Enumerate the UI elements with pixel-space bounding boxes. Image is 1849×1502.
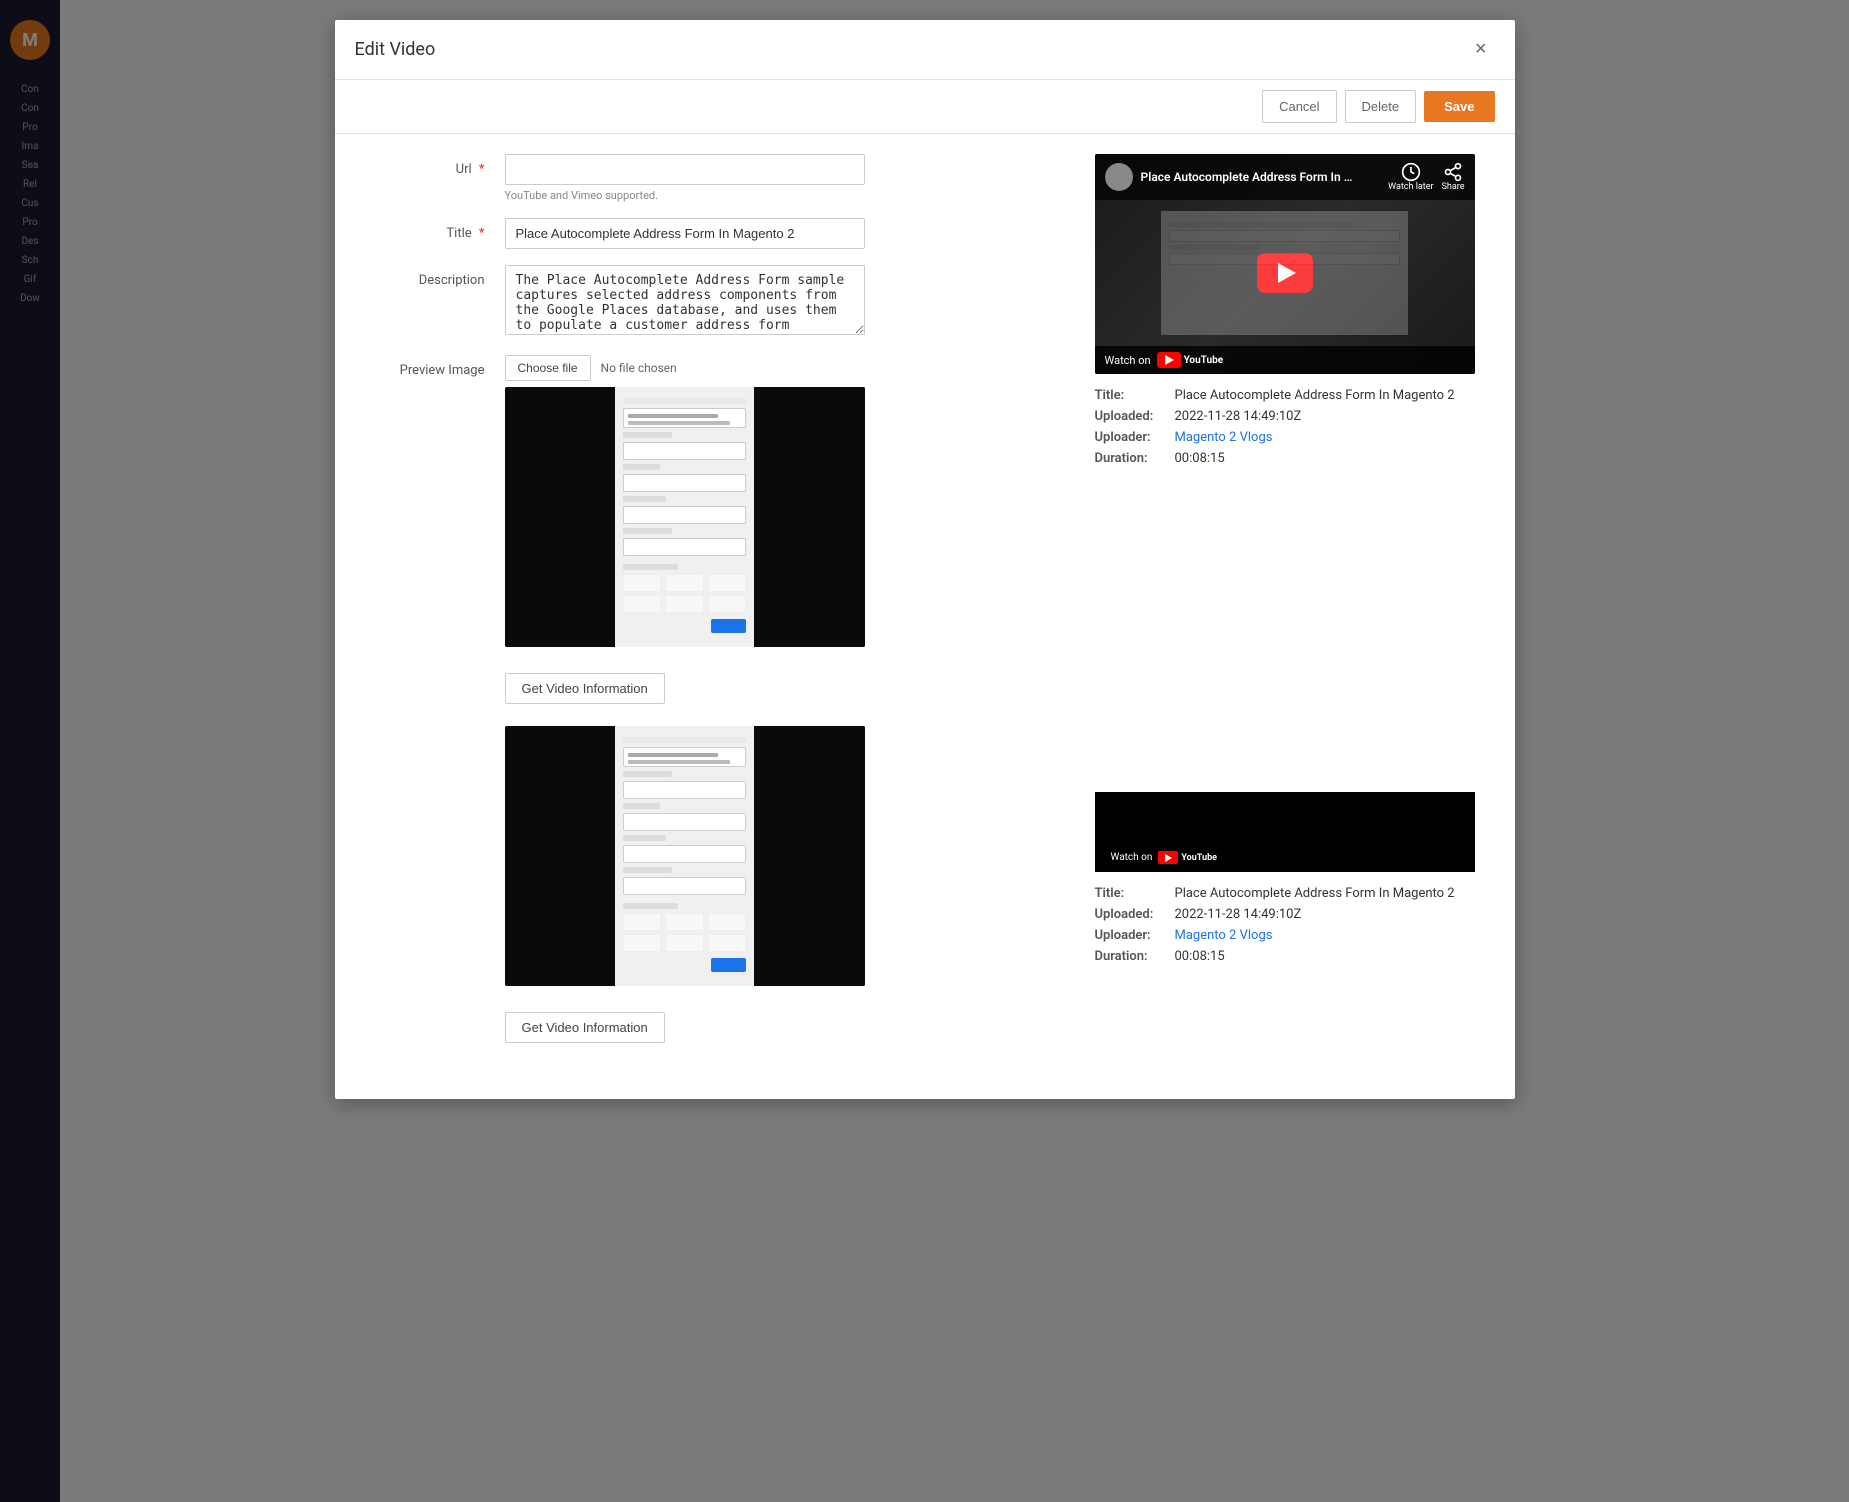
uploader-link-1[interactable]: Magento 2 Vlogs	[1175, 430, 1273, 445]
yt-logo-2: YouTube	[1158, 851, 1217, 864]
edit-video-modal: Edit Video × Cancel Delete Save Url *	[335, 20, 1515, 1099]
video-main-area-1	[1095, 200, 1475, 346]
video-info-panel-1: Title: Place Autocomplete Address Form I…	[1095, 388, 1475, 466]
video-thumbnail-inner-1: Place Autocomplete Address Form In Ma...…	[1095, 154, 1475, 374]
form-section: Url * YouTube and Vimeo supported. Title…	[375, 154, 1065, 1059]
video-top-bar-1: Place Autocomplete Address Form In Ma...…	[1095, 154, 1475, 200]
title-field	[505, 218, 1065, 249]
choose-file-button[interactable]: Choose file	[505, 355, 591, 381]
cancel-button[interactable]: Cancel	[1262, 90, 1336, 123]
preview-image-display	[505, 387, 865, 647]
preview-image-display-2	[505, 726, 865, 986]
spacer	[1095, 472, 1475, 792]
title-row: Title *	[375, 218, 1065, 249]
info-uploader-row-1: Uploader: Magento 2 Vlogs	[1095, 430, 1475, 445]
info-title-row-1: Title: Place Autocomplete Address Form I…	[1095, 388, 1475, 403]
watch-on-youtube-button[interactable]: Watch on YouTube	[1105, 352, 1224, 368]
preview-section: Place Autocomplete Address Form In Ma...…	[1095, 154, 1475, 1059]
preview-image-field: Choose file No file chosen	[505, 355, 1065, 647]
video-top-actions: Watch later Share	[1388, 162, 1464, 192]
url-input[interactable]	[505, 154, 865, 185]
modal-header: Edit Video ×	[335, 20, 1515, 80]
video-thumbnail-2-content: Watch on YouTube	[1095, 792, 1375, 872]
screenshot2-center-panel	[615, 726, 754, 986]
get-video-info-button-1[interactable]: Get Video Information	[505, 673, 665, 704]
preview-image-row: Preview Image Choose file No file chosen	[375, 355, 1065, 647]
preview-image-label: Preview Image	[375, 355, 505, 378]
info-uploaded-row-2: Uploaded: 2022-11-28 14:49:10Z	[1095, 907, 1475, 922]
preview-image-container-2	[505, 726, 865, 986]
channel-avatar	[1105, 163, 1133, 191]
delete-button[interactable]: Delete	[1345, 90, 1417, 123]
youtube-icon-2	[1158, 851, 1178, 864]
info-duration-row-2: Duration: 00:08:15	[1095, 949, 1475, 964]
video-title-display: Place Autocomplete Address Form In Ma...	[1141, 170, 1361, 184]
title-input[interactable]	[505, 218, 865, 249]
watch-later-button[interactable]: Watch later	[1388, 162, 1433, 192]
screenshot2-right-panel	[754, 726, 865, 986]
modal-overlay: Edit Video × Cancel Delete Save Url *	[0, 0, 1849, 1502]
uploader-link-2[interactable]: Magento 2 Vlogs	[1175, 928, 1273, 943]
info-uploader-row-2: Uploader: Magento 2 Vlogs	[1095, 928, 1475, 943]
description-row: Description The Place Autocomplete Addre…	[375, 265, 1065, 339]
title-label: Title *	[375, 218, 505, 241]
form-and-preview: Url * YouTube and Vimeo supported. Title…	[375, 154, 1475, 1059]
url-label: Url *	[375, 154, 505, 177]
modal-body: Url * YouTube and Vimeo supported. Title…	[335, 134, 1515, 1099]
video-thumbnail-2: Watch on YouTube	[1095, 792, 1475, 872]
url-hint: YouTube and Vimeo supported.	[505, 189, 1065, 202]
modal-title: Edit Video	[355, 39, 436, 60]
video-content-bg	[1161, 211, 1408, 335]
preview-image-container	[505, 387, 865, 647]
description-field: The Place Autocomplete Address Form samp…	[505, 265, 1065, 339]
url-required-star: *	[479, 162, 485, 177]
yt-logo: YouTube	[1157, 352, 1224, 368]
title-required-star: *	[479, 226, 485, 241]
get-video-info-button-2[interactable]: Get Video Information	[505, 1012, 665, 1043]
screenshot-right-panel	[754, 387, 865, 647]
modal-toolbar: Cancel Delete Save	[335, 80, 1515, 134]
video-info-panel-2: Title: Place Autocomplete Address Form I…	[1095, 886, 1475, 964]
url-row: Url * YouTube and Vimeo supported.	[375, 154, 1065, 202]
watch-on-yt-2-bar: Watch on YouTube	[1103, 847, 1367, 868]
preview-image-row-2	[375, 720, 1065, 986]
screenshot2-left-panel	[505, 726, 616, 986]
video-thumbnail-2-right	[1375, 792, 1475, 872]
screenshot-center-panel	[615, 387, 754, 647]
file-input-row: Choose file No file chosen	[505, 355, 1065, 381]
fake-screenshot-2	[505, 726, 865, 986]
url-field: YouTube and Vimeo supported.	[505, 154, 1065, 202]
file-no-chosen-label: No file chosen	[601, 361, 677, 375]
description-label: Description	[375, 265, 505, 288]
screenshot-left-panel	[505, 387, 616, 647]
save-button[interactable]: Save	[1424, 91, 1494, 122]
get-info-row-1: Get Video Information	[375, 663, 1065, 704]
description-input[interactable]: The Place Autocomplete Address Form samp…	[505, 265, 865, 335]
video-bottom-bar-1: Watch on YouTube	[1095, 346, 1475, 374]
modal-close-button[interactable]: ×	[1467, 34, 1495, 65]
preview-image-field-2	[505, 720, 1065, 986]
video-thumbnail-1: Place Autocomplete Address Form In Ma...…	[1095, 154, 1475, 374]
share-button[interactable]: Share	[1442, 162, 1465, 192]
info-duration-row-1: Duration: 00:08:15	[1095, 451, 1475, 466]
info-uploaded-row-1: Uploaded: 2022-11-28 14:49:10Z	[1095, 409, 1475, 424]
info-title-row-2: Title: Place Autocomplete Address Form I…	[1095, 886, 1475, 901]
youtube-icon	[1157, 352, 1181, 368]
fake-screenshot-1	[505, 387, 865, 647]
channel-info: Place Autocomplete Address Form In Ma...	[1105, 163, 1361, 191]
get-info-row-2: Get Video Information	[375, 1002, 1065, 1043]
